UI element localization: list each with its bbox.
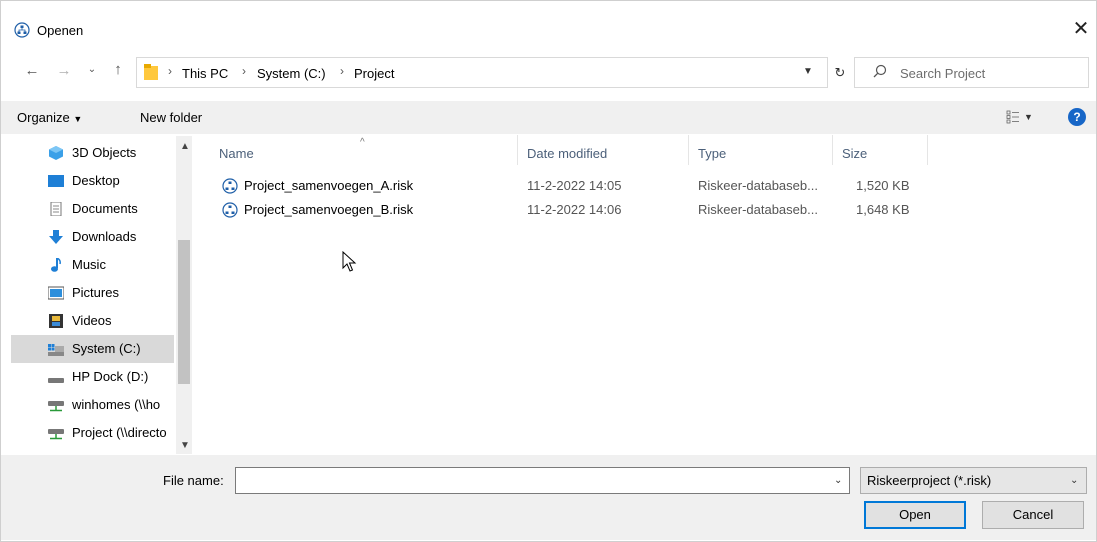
address-bar[interactable]: [136, 57, 828, 88]
sidebar-item-label: Documents: [72, 201, 138, 216]
breadcrumb-system-c[interactable]: System (C:): [257, 66, 326, 81]
desktop-icon: [48, 175, 64, 187]
sidebar-item-downloads[interactable]: Downloads: [14, 223, 174, 251]
drive-icon: [48, 344, 64, 356]
file-type-chevron-icon: ⌄: [1070, 475, 1079, 486]
folder-icon: [144, 64, 158, 80]
sort-ascending-chevron-icon: ^: [360, 137, 365, 148]
column-divider[interactable]: [832, 135, 833, 165]
sidebar-item-documents[interactable]: Documents: [14, 195, 174, 223]
riskeer-file-icon: [222, 202, 238, 218]
network-drive-icon: [48, 401, 64, 412]
organize-label: Organize: [17, 110, 70, 125]
file-name: Project_samenvoegen_A.risk: [244, 178, 414, 193]
sidebar-item-label: Project (\\directo: [72, 425, 167, 440]
column-header-size[interactable]: Size: [842, 146, 867, 161]
change-view-icon[interactable]: [1006, 110, 1020, 124]
sidebar-item-label: winhomes (\\ho: [72, 397, 161, 412]
3d-objects-icon: [49, 146, 63, 160]
sidebar-item-label: Music: [72, 257, 106, 272]
column-header-name[interactable]: Name: [219, 146, 254, 161]
close-button[interactable]: ✕: [1070, 18, 1092, 40]
sidebar-item-winhomes[interactable]: winhomes (\\ho: [14, 391, 174, 419]
sidebar-item-music[interactable]: Music: [14, 251, 174, 279]
up-arrow-icon[interactable]: ↑: [108, 61, 128, 78]
refresh-icon[interactable]: ↻: [830, 57, 850, 88]
scroll-down-chevron-icon[interactable]: ▼: [180, 440, 190, 451]
breadcrumb-separator-icon: ›: [242, 64, 246, 78]
file-name-input[interactable]: [235, 467, 850, 494]
sidebar-item-videos[interactable]: Videos: [14, 307, 174, 335]
back-arrow-icon[interactable]: ←: [22, 62, 42, 79]
forward-arrow-icon[interactable]: →: [54, 62, 74, 79]
column-divider[interactable]: [517, 135, 518, 165]
table-row[interactable]: Project_samenvoegen_B.risk 11-2-2022 14:…: [214, 199, 934, 221]
column-divider[interactable]: [688, 135, 689, 165]
sidebar-item-label: System (C:): [72, 341, 141, 356]
organize-chevron-icon: ▼: [73, 114, 83, 124]
file-name: Project_samenvoegen_B.risk: [244, 202, 414, 217]
network-drive-icon: [48, 429, 64, 440]
sidebar-item-project-network[interactable]: Project (\\directo: [14, 419, 174, 447]
new-folder-button[interactable]: New folder: [140, 110, 202, 125]
sidebar-item-desktop[interactable]: Desktop: [14, 167, 174, 195]
help-icon[interactable]: ?: [1068, 108, 1086, 126]
downloads-icon: [49, 230, 63, 244]
sidebar-item-label: Videos: [72, 313, 112, 328]
window-title: Openen: [37, 23, 84, 38]
search-icon: [873, 64, 887, 78]
file-name-dropdown-chevron-icon[interactable]: ⌄: [834, 475, 842, 486]
videos-icon: [49, 314, 63, 328]
riskeer-app-icon: [14, 22, 30, 38]
recent-locations-chevron-icon[interactable]: ⌄: [85, 64, 99, 75]
search-placeholder: Search Project: [900, 66, 986, 81]
open-button[interactable]: Open: [864, 501, 966, 529]
sidebar-item-label: Pictures: [72, 285, 119, 300]
file-size: 1,648 KB: [856, 202, 910, 217]
title-bar: [1, 1, 1096, 47]
file-date: 11-2-2022 14:05: [527, 178, 622, 193]
sidebar-item-system-c[interactable]: System (C:): [11, 335, 174, 363]
file-name-label: File name:: [163, 473, 224, 488]
music-icon: [51, 258, 61, 272]
file-date: 11-2-2022 14:06: [527, 202, 622, 217]
column-divider[interactable]: [927, 135, 928, 165]
sidebar-item-label: HP Dock (D:): [72, 369, 149, 384]
mouse-pointer-icon: [342, 251, 357, 272]
file-type: Riskeer-databaseb...: [698, 202, 818, 217]
pictures-icon: [48, 286, 64, 300]
sidebar-item-label: Desktop: [72, 173, 120, 188]
sidebar-item-3d-objects[interactable]: 3D Objects: [14, 139, 174, 167]
sidebar-item-pictures[interactable]: Pictures: [14, 279, 174, 307]
file-type-value: Riskeerproject (*.risk): [867, 473, 992, 488]
documents-icon: [50, 202, 62, 216]
column-header-type[interactable]: Type: [698, 146, 726, 161]
file-type: Riskeer-databaseb...: [698, 178, 818, 193]
breadcrumb-this-pc[interactable]: This PC: [182, 66, 228, 81]
sidebar-item-label: 3D Objects: [72, 145, 137, 160]
column-header-date-modified[interactable]: Date modified: [527, 146, 607, 161]
drive-icon: [48, 378, 64, 383]
sidebar-item-label: Downloads: [72, 229, 137, 244]
breadcrumb-separator-icon: ›: [168, 64, 172, 78]
view-options-chevron-icon[interactable]: ▼: [1024, 112, 1033, 122]
table-row[interactable]: Project_samenvoegen_A.risk 11-2-2022 14:…: [214, 175, 934, 197]
address-dropdown-chevron-icon[interactable]: ▼: [803, 66, 813, 77]
breadcrumb-project[interactable]: Project: [354, 66, 394, 81]
sidebar-item-hp-dock-d[interactable]: HP Dock (D:): [14, 363, 174, 391]
file-size: 1,520 KB: [856, 178, 910, 193]
breadcrumb-separator-icon: ›: [340, 64, 344, 78]
cancel-button[interactable]: Cancel: [982, 501, 1084, 529]
riskeer-file-icon: [222, 178, 238, 194]
organize-menu-button[interactable]: Organize ▼: [17, 110, 82, 125]
